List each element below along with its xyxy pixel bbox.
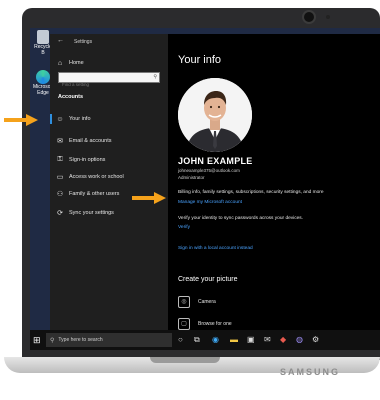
nav-item-sign-in-options[interactable]: ⚿ Sign-in options <box>56 155 164 165</box>
store-icon[interactable]: ▣ <box>247 335 255 344</box>
camera-option[interactable]: ◎ Camera <box>178 296 216 308</box>
nav-item-label: Family & other users <box>69 191 120 197</box>
laptop-brand: SAMSUNG <box>280 367 341 377</box>
browse-option[interactable]: ▢ Browse for one <box>178 318 232 330</box>
home-icon: ⌂ <box>57 59 63 67</box>
billing-description: Billing info, family settings, subscript… <box>178 190 324 195</box>
settings-search-box[interactable]: ⚲ <box>58 72 160 89</box>
nav-item-label: Sign-in options <box>69 157 106 163</box>
webcam-sensor <box>326 15 330 19</box>
sync-icon: ⟳ <box>57 210 63 217</box>
office-icon[interactable]: ◆ <box>280 335 286 344</box>
nav-item-sync-settings[interactable]: ⟳ Sync your settings <box>56 208 164 218</box>
laptop-hinge-notch <box>150 357 220 363</box>
edge-taskbar-icon[interactable]: ◉ <box>212 335 219 344</box>
key-icon: ⚿ <box>57 156 63 163</box>
taskbar-search[interactable]: ⚲ Type here to search <box>46 333 172 347</box>
create-picture-heading: Create your picture <box>178 276 238 283</box>
profile-photo <box>178 78 252 152</box>
arrow-manage-account <box>132 192 166 204</box>
briefcase-icon: ▭ <box>56 174 64 181</box>
file-explorer-icon[interactable]: ▬ <box>230 335 238 344</box>
settings-taskbar-icon[interactable]: ⚙ <box>312 335 319 344</box>
back-arrow-icon[interactable]: ← <box>57 37 64 44</box>
user-email: johnexample375@outlook.com <box>178 168 240 173</box>
search-icon: ⚲ <box>50 337 55 344</box>
nav-item-label: Access work or school <box>69 174 124 180</box>
webcam <box>304 12 314 22</box>
nav-home[interactable]: ⌂ Home <box>56 58 164 68</box>
settings-nav: ← Settings ⌂ Home ⚲ Accounts ☺ Your info… <box>50 34 168 340</box>
picture-icon: ▢ <box>178 318 190 330</box>
recycle-bin-icon <box>37 30 49 44</box>
mail-icon: ✉ <box>57 138 63 145</box>
settings-window: ← Settings ⌂ Home ⚲ Accounts ☺ Your info… <box>50 34 380 340</box>
nav-home-label: Home <box>69 60 84 66</box>
nav-item-label: Email & accounts <box>69 138 112 144</box>
page-title: Your info <box>178 54 222 66</box>
window-title: Settings <box>74 39 93 45</box>
mail-taskbar-icon[interactable]: ✉ <box>264 335 271 344</box>
settings-search-input[interactable] <box>59 80 150 89</box>
task-view-icon[interactable]: ⧉ <box>194 335 200 345</box>
nav-item-email-accounts[interactable]: ✉ Email & accounts <box>56 136 164 146</box>
selection-indicator <box>50 114 52 124</box>
taskbar-search-placeholder: Type here to search <box>58 337 103 343</box>
cortana-icon[interactable]: ○ <box>178 335 183 344</box>
nav-item-label: Your info <box>69 116 91 122</box>
avatar <box>178 78 252 152</box>
camera-icon: ◎ <box>178 296 190 308</box>
nav-item-access-work[interactable]: ▭ Access work or school <box>56 172 164 182</box>
user-role: Administrator <box>178 175 205 180</box>
windows-start-icon[interactable]: ⊞ <box>33 335 41 346</box>
manage-account-link[interactable]: Manage my Microsoft account <box>178 200 242 205</box>
people-icon: ⚇ <box>56 191 64 198</box>
taskbar: ⊞ ⚲ Type here to search ○ ⧉ ◉ ▬ ▣ ✉ ◆ ◍ … <box>30 330 380 350</box>
verify-description: Verify your identity to sync passwords a… <box>178 216 304 221</box>
section-heading: Accounts <box>58 94 84 100</box>
settings-content: Your info JOHN EXAMPLE johnexample375@ou… <box>168 34 380 340</box>
desktop-screen: Recycle B Microsoft Edge ← Settings ⌂ Ho… <box>30 28 380 350</box>
nav-item-your-info[interactable]: ☺ Your info <box>56 114 164 124</box>
camera-option-label: Camera <box>198 299 216 305</box>
verify-link[interactable]: Verify <box>178 225 190 230</box>
arrow-your-info <box>4 114 38 126</box>
browse-option-label: Browse for one <box>198 321 232 327</box>
edge-icon <box>36 70 50 84</box>
nav-item-label: Sync your settings <box>69 210 114 216</box>
person-card-icon: ☺ <box>56 115 64 123</box>
teams-icon[interactable]: ◍ <box>296 335 303 344</box>
user-name: JOHN EXAMPLE <box>178 156 253 166</box>
local-account-link[interactable]: Sign in with a local account instead <box>178 246 253 251</box>
search-icon: ⚲ <box>153 74 157 80</box>
